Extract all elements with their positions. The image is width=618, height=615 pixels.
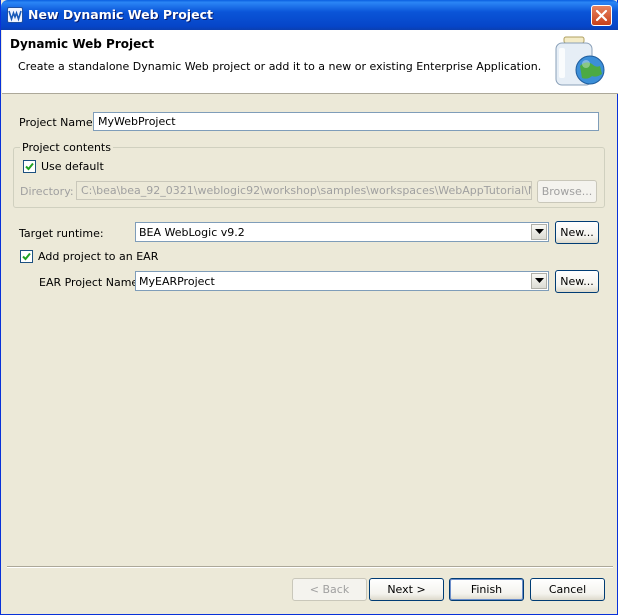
directory-label: Directory: <box>20 185 74 198</box>
back-button[interactable]: < Back <box>292 578 367 601</box>
target-runtime-select[interactable]: BEA WebLogic v9.2 <box>135 222 549 242</box>
checkmark-icon <box>25 162 34 171</box>
ear-project-select[interactable]: MyEARProject <box>135 271 549 291</box>
wizard-header: Dynamic Web Project Create a standalone … <box>2 30 618 94</box>
page-description: Create a standalone Dynamic Web project … <box>18 60 542 73</box>
chevron-down-icon <box>534 278 544 283</box>
checkmark-icon <box>22 252 31 261</box>
use-default-label: Use default <box>41 160 104 173</box>
cancel-button[interactable]: Cancel <box>530 578 605 601</box>
app-icon <box>7 7 23 23</box>
use-default-checkbox[interactable] <box>23 160 36 173</box>
new-runtime-button[interactable]: New... <box>555 221 599 244</box>
ear-project-value: MyEARProject <box>139 275 215 288</box>
add-to-ear-label: Add project to an EAR <box>38 250 159 263</box>
close-icon <box>595 9 608 22</box>
next-button[interactable]: Next > <box>369 578 444 601</box>
footer-separator <box>7 566 613 568</box>
project-name-label: Project Name: <box>19 116 97 129</box>
browse-button[interactable]: Browse... <box>537 180 597 203</box>
project-contents-legend: Project contents <box>20 141 113 154</box>
dialog-window: New Dynamic Web Project Dynamic Web Proj… <box>0 0 618 615</box>
title-bar[interactable]: New Dynamic Web Project <box>1 0 618 30</box>
target-runtime-value: BEA WebLogic v9.2 <box>139 226 245 239</box>
new-ear-project-button[interactable]: New... <box>555 270 599 293</box>
chevron-down-icon <box>534 229 544 234</box>
close-button[interactable] <box>591 5 612 26</box>
target-runtime-label: Target runtime: <box>19 227 104 240</box>
add-to-ear-checkbox[interactable] <box>20 250 33 263</box>
ear-project-name-label: EAR Project Name: <box>39 276 142 289</box>
finish-button[interactable]: Finish <box>449 578 524 601</box>
directory-input[interactable]: C:\bea\bea_92_0321\weblogic92\workshop\s… <box>76 181 532 200</box>
target-runtime-dropdown[interactable] <box>531 224 547 240</box>
project-name-input[interactable]: MyWebProject <box>93 112 599 131</box>
ear-project-dropdown[interactable] <box>531 273 547 289</box>
page-title: Dynamic Web Project <box>10 37 155 51</box>
web-project-banner-icon <box>550 36 608 88</box>
window-title: New Dynamic Web Project <box>28 7 213 22</box>
